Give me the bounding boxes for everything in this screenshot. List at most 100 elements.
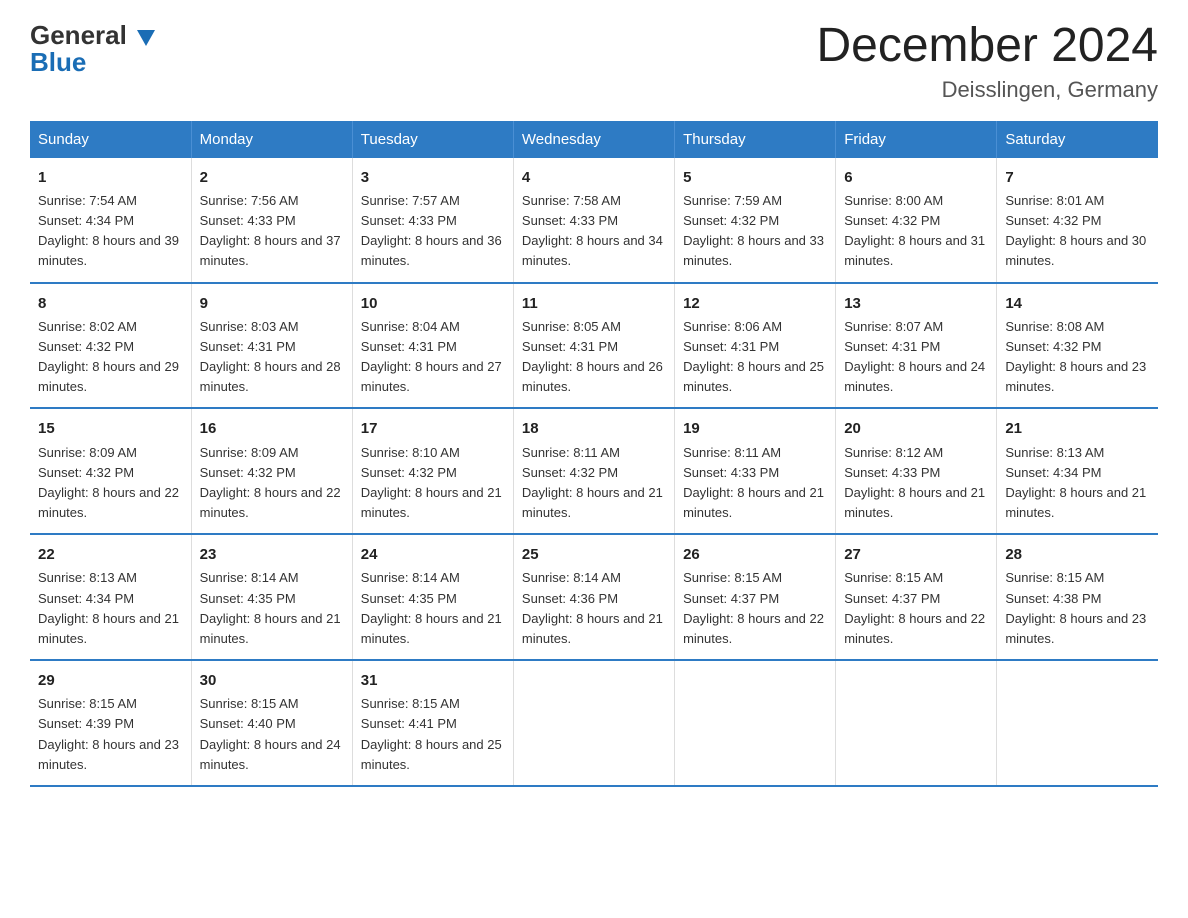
day-number: 23 — [200, 543, 344, 566]
day-number: 25 — [522, 543, 666, 566]
day-info: Sunrise: 8:09 AMSunset: 4:32 PMDaylight:… — [200, 445, 341, 520]
calendar-cell: 28 Sunrise: 8:15 AMSunset: 4:38 PMDayligh… — [997, 534, 1158, 660]
day-number: 26 — [683, 543, 827, 566]
day-info: Sunrise: 8:14 AMSunset: 4:36 PMDaylight:… — [522, 570, 663, 645]
calendar-cell — [997, 660, 1158, 786]
day-info: Sunrise: 8:13 AMSunset: 4:34 PMDaylight:… — [1005, 445, 1146, 520]
day-number: 17 — [361, 417, 505, 440]
day-info: Sunrise: 7:54 AMSunset: 4:34 PMDaylight:… — [38, 193, 179, 268]
day-info: Sunrise: 8:07 AMSunset: 4:31 PMDaylight:… — [844, 319, 985, 394]
header-friday: Friday — [836, 121, 997, 158]
day-number: 18 — [522, 417, 666, 440]
calendar-week-row: 29Sunrise: 8:15 AMSunset: 4:39 PMDayligh… — [30, 660, 1158, 786]
calendar-cell: 18 Sunrise: 8:11 AMSunset: 4:32 PMDayligh… — [513, 408, 674, 534]
calendar-table: Sunday Monday Tuesday Wednesday Thursday… — [30, 121, 1158, 787]
day-info: Sunrise: 8:05 AMSunset: 4:31 PMDaylight:… — [522, 319, 663, 394]
day-info: Sunrise: 7:56 AMSunset: 4:33 PMDaylight:… — [200, 193, 341, 268]
day-info: Sunrise: 8:04 AMSunset: 4:31 PMDaylight:… — [361, 319, 502, 394]
day-number: 4 — [522, 166, 666, 189]
day-info: Sunrise: 8:02 AMSunset: 4:32 PMDaylight:… — [38, 319, 179, 394]
day-number: 13 — [844, 292, 988, 315]
day-number: 2 — [200, 166, 344, 189]
calendar-subtitle: Deisslingen, Germany — [816, 77, 1158, 103]
day-info: Sunrise: 8:13 AMSunset: 4:34 PMDaylight:… — [38, 570, 179, 645]
calendar-cell: 8 Sunrise: 8:02 AMSunset: 4:32 PMDaylight… — [30, 283, 191, 409]
weekday-header-row: Sunday Monday Tuesday Wednesday Thursday… — [30, 121, 1158, 158]
calendar-cell: 21 Sunrise: 8:13 AMSunset: 4:34 PMDayligh… — [997, 408, 1158, 534]
day-number: 5 — [683, 166, 827, 189]
day-info: Sunrise: 8:15 AMSunset: 4:37 PMDaylight:… — [844, 570, 985, 645]
calendar-cell: 24 Sunrise: 8:14 AMSunset: 4:35 PMDayligh… — [352, 534, 513, 660]
day-info: Sunrise: 8:11 AMSunset: 4:32 PMDaylight:… — [522, 445, 663, 520]
day-number: 31 — [361, 669, 505, 692]
calendar-cell: 2 Sunrise: 7:56 AMSunset: 4:33 PMDaylight… — [191, 158, 352, 283]
day-number: 11 — [522, 292, 666, 315]
day-info: Sunrise: 8:00 AMSunset: 4:32 PMDaylight:… — [844, 193, 985, 268]
day-info: Sunrise: 8:14 AMSunset: 4:35 PMDaylight:… — [361, 570, 502, 645]
day-info: Sunrise: 8:11 AMSunset: 4:33 PMDaylight:… — [683, 445, 824, 520]
calendar-cell: 15Sunrise: 8:09 AMSunset: 4:32 PMDayligh… — [30, 408, 191, 534]
day-number: 20 — [844, 417, 988, 440]
calendar-cell — [675, 660, 836, 786]
calendar-cell: 22 Sunrise: 8:13 AMSunset: 4:34 PMDayligh… — [30, 534, 191, 660]
day-number: 19 — [683, 417, 827, 440]
calendar-cell: 26 Sunrise: 8:15 AMSunset: 4:37 PMDayligh… — [675, 534, 836, 660]
calendar-cell: 14 Sunrise: 8:08 AMSunset: 4:32 PMDayligh… — [997, 283, 1158, 409]
day-info: Sunrise: 8:08 AMSunset: 4:32 PMDaylight:… — [1005, 319, 1146, 394]
day-info: Sunrise: 8:10 AMSunset: 4:32 PMDaylight:… — [361, 445, 502, 520]
calendar-cell: 6Sunrise: 8:00 AMSunset: 4:32 PMDaylight… — [836, 158, 997, 283]
logo-blue-text: Blue — [30, 47, 86, 78]
day-number: 1 — [38, 166, 183, 189]
day-info: Sunrise: 8:15 AMSunset: 4:41 PMDaylight:… — [361, 696, 502, 771]
day-number: 8 — [38, 292, 183, 315]
header-wednesday: Wednesday — [513, 121, 674, 158]
day-info: Sunrise: 8:06 AMSunset: 4:31 PMDaylight:… — [683, 319, 824, 394]
day-number: 14 — [1005, 292, 1150, 315]
calendar-cell: 17 Sunrise: 8:10 AMSunset: 4:32 PMDayligh… — [352, 408, 513, 534]
day-number: 30 — [200, 669, 344, 692]
calendar-cell: 19 Sunrise: 8:11 AMSunset: 4:33 PMDayligh… — [675, 408, 836, 534]
calendar-cell: 27 Sunrise: 8:15 AMSunset: 4:37 PMDayligh… — [836, 534, 997, 660]
calendar-cell: 16 Sunrise: 8:09 AMSunset: 4:32 PMDayligh… — [191, 408, 352, 534]
calendar-cell: 31 Sunrise: 8:15 AMSunset: 4:41 PMDayligh… — [352, 660, 513, 786]
header-sunday: Sunday — [30, 121, 191, 158]
day-info: Sunrise: 8:01 AMSunset: 4:32 PMDaylight:… — [1005, 193, 1146, 268]
day-number: 22 — [38, 543, 183, 566]
calendar-cell: 1 Sunrise: 7:54 AMSunset: 4:34 PMDaylight… — [30, 158, 191, 283]
calendar-cell: 9Sunrise: 8:03 AMSunset: 4:31 PMDaylight… — [191, 283, 352, 409]
day-info: Sunrise: 8:12 AMSunset: 4:33 PMDaylight:… — [844, 445, 985, 520]
header-saturday: Saturday — [997, 121, 1158, 158]
calendar-cell: 29Sunrise: 8:15 AMSunset: 4:39 PMDayligh… — [30, 660, 191, 786]
day-number: 27 — [844, 543, 988, 566]
calendar-cell: 7Sunrise: 8:01 AMSunset: 4:32 PMDaylight… — [997, 158, 1158, 283]
day-number: 21 — [1005, 417, 1150, 440]
day-info: Sunrise: 8:15 AMSunset: 4:37 PMDaylight:… — [683, 570, 824, 645]
page-header: General Blue December 2024 Deisslingen, … — [30, 20, 1158, 103]
calendar-cell: 23 Sunrise: 8:14 AMSunset: 4:35 PMDayligh… — [191, 534, 352, 660]
calendar-cell: 12 Sunrise: 8:06 AMSunset: 4:31 PMDayligh… — [675, 283, 836, 409]
calendar-cell: 3Sunrise: 7:57 AMSunset: 4:33 PMDaylight… — [352, 158, 513, 283]
header-monday: Monday — [191, 121, 352, 158]
calendar-cell: 25 Sunrise: 8:14 AMSunset: 4:36 PMDayligh… — [513, 534, 674, 660]
day-number: 10 — [361, 292, 505, 315]
calendar-cell: 11 Sunrise: 8:05 AMSunset: 4:31 PMDayligh… — [513, 283, 674, 409]
calendar-cell — [836, 660, 997, 786]
day-number: 29 — [38, 669, 183, 692]
calendar-cell — [513, 660, 674, 786]
day-number: 9 — [200, 292, 344, 315]
day-number: 12 — [683, 292, 827, 315]
day-number: 16 — [200, 417, 344, 440]
calendar-week-row: 1 Sunrise: 7:54 AMSunset: 4:34 PMDaylight… — [30, 158, 1158, 283]
day-info: Sunrise: 8:15 AMSunset: 4:40 PMDaylight:… — [200, 696, 341, 771]
day-info: Sunrise: 8:15 AMSunset: 4:38 PMDaylight:… — [1005, 570, 1146, 645]
calendar-week-row: 8 Sunrise: 8:02 AMSunset: 4:32 PMDaylight… — [30, 283, 1158, 409]
calendar-week-row: 15Sunrise: 8:09 AMSunset: 4:32 PMDayligh… — [30, 408, 1158, 534]
day-number: 28 — [1005, 543, 1150, 566]
calendar-cell: 4Sunrise: 7:58 AMSunset: 4:33 PMDaylight… — [513, 158, 674, 283]
day-info: Sunrise: 7:57 AMSunset: 4:33 PMDaylight:… — [361, 193, 502, 268]
calendar-cell: 13 Sunrise: 8:07 AMSunset: 4:31 PMDayligh… — [836, 283, 997, 409]
calendar-cell: 10 Sunrise: 8:04 AMSunset: 4:31 PMDayligh… — [352, 283, 513, 409]
header-tuesday: Tuesday — [352, 121, 513, 158]
day-info: Sunrise: 8:14 AMSunset: 4:35 PMDaylight:… — [200, 570, 341, 645]
day-number: 24 — [361, 543, 505, 566]
